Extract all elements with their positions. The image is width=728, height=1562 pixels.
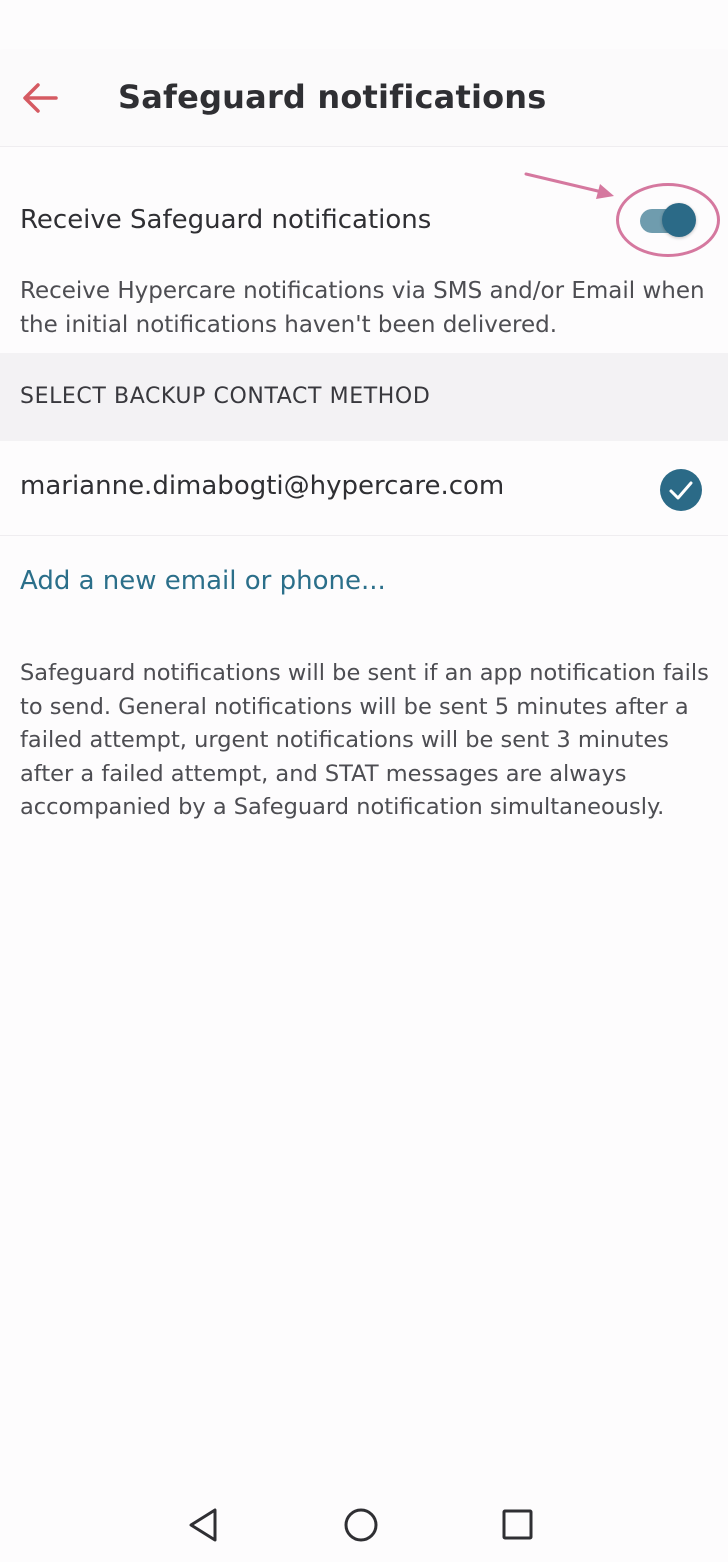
info-text: Safeguard notifications will be sent if … xyxy=(20,660,709,820)
system-nav-bar xyxy=(0,1490,728,1562)
nav-recents-button[interactable] xyxy=(492,1500,542,1550)
add-contact-link[interactable]: Add a new email or phone... xyxy=(20,566,386,596)
triangle-back-icon xyxy=(189,1508,217,1542)
backup-section-header: SELECT BACKUP CONTACT METHOD xyxy=(0,353,728,441)
toggle-label: Receive Safeguard notifications xyxy=(20,205,432,235)
section-title: SELECT BACKUP CONTACT METHOD xyxy=(20,384,431,409)
toggle-thumb xyxy=(662,203,696,237)
square-recents-icon xyxy=(502,1509,533,1540)
circle-home-icon xyxy=(344,1508,378,1542)
toggle-description: Receive Hypercare notifications via SMS … xyxy=(20,278,705,338)
back-button[interactable] xyxy=(20,76,64,120)
nav-home-button[interactable] xyxy=(336,1500,386,1550)
nav-back-button[interactable] xyxy=(179,1500,229,1550)
safeguard-toggle-section: Receive Safeguard notifications Receive … xyxy=(0,147,728,353)
contact-row[interactable]: marianne.dimabogti@hypercare.com xyxy=(0,441,728,536)
contact-email: marianne.dimabogti@hypercare.com xyxy=(20,471,505,501)
safeguard-toggle[interactable] xyxy=(636,201,698,241)
app-header: Safeguard notifications xyxy=(0,50,728,147)
page-title: Safeguard notifications xyxy=(118,78,547,116)
status-bar xyxy=(0,0,728,50)
check-circle-icon xyxy=(660,469,702,511)
back-arrow-icon xyxy=(23,83,58,113)
